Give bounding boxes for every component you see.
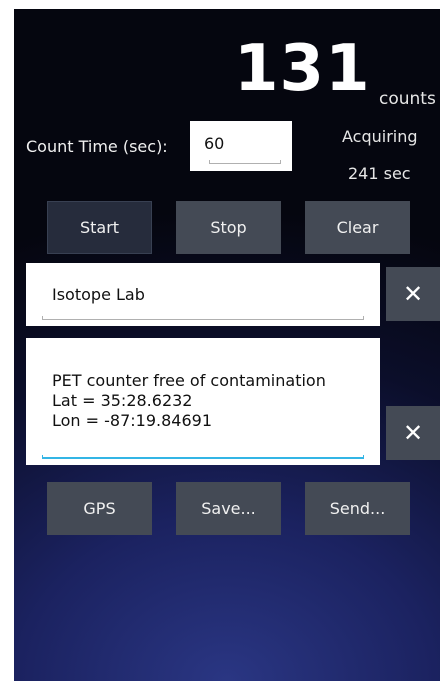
notes-field[interactable]: PET counter free of contamination Lat = …: [26, 338, 380, 465]
stop-button[interactable]: Stop: [176, 201, 281, 254]
save-button[interactable]: Save...: [176, 482, 281, 535]
clear-location-button[interactable]: ✕: [386, 267, 440, 321]
location-underline: [42, 316, 364, 320]
location-field[interactable]: Isotope Lab: [26, 263, 380, 326]
notes-line: Lat = 35:28.6232: [52, 391, 193, 410]
count-unit-label: counts: [379, 89, 436, 109]
count-time-label: Count Time (sec):: [26, 137, 168, 156]
count-time-input[interactable]: [204, 134, 284, 153]
acquisition-status: Acquiring: [342, 127, 418, 146]
notes-text: PET counter free of contamination Lat = …: [52, 371, 326, 431]
close-icon: ✕: [402, 280, 424, 308]
location-text: Isotope Lab: [52, 285, 145, 304]
notes-line: PET counter free of contamination: [52, 371, 326, 390]
clear-button[interactable]: Clear: [305, 201, 410, 254]
start-button[interactable]: Start: [47, 201, 152, 254]
app-screen: 131 counts Count Time (sec): Acquiring 2…: [14, 9, 440, 681]
clear-notes-button[interactable]: ✕: [386, 406, 440, 460]
notes-line: Lon = -87:19.84691: [52, 411, 213, 430]
notes-underline: [42, 455, 364, 459]
count-time-underline: [209, 160, 281, 164]
gps-button[interactable]: GPS: [47, 482, 152, 535]
send-button[interactable]: Send...: [305, 482, 410, 535]
count-value: 131: [234, 32, 371, 106]
count-time-field[interactable]: [190, 121, 292, 171]
close-icon: ✕: [402, 419, 424, 447]
elapsed-time: 241 sec: [348, 164, 411, 183]
